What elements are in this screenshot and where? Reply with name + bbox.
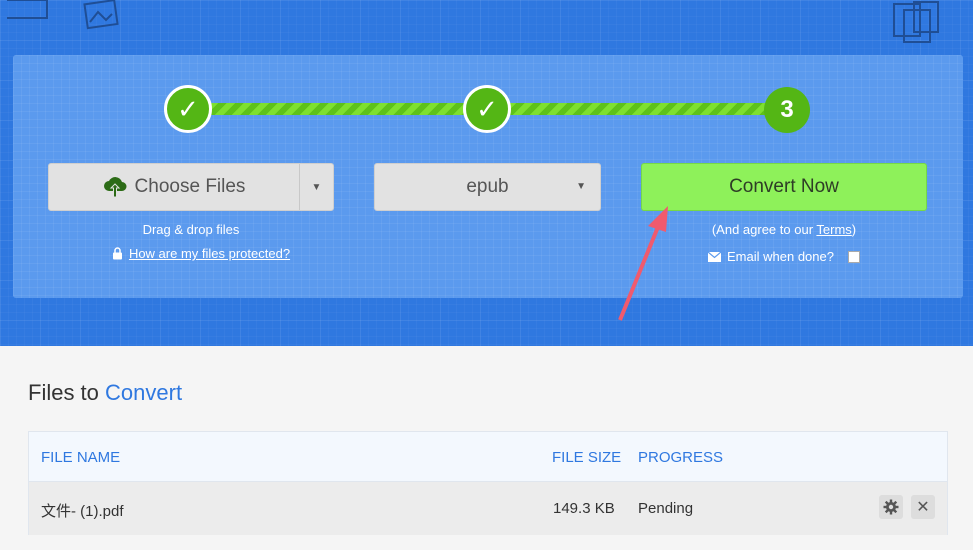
caret-down-icon: ▼ [311,181,322,193]
decor-image-icon [83,0,119,30]
close-icon: ✕ [916,499,930,516]
output-format-value: epub [466,176,509,197]
step-2-complete: ✓ [463,85,511,133]
file-protection-link[interactable]: How are my files protected? [129,246,290,261]
progress-cell: Pending [638,500,694,517]
table-row: 文件- (1).pdf 149.3 KB Pending ✕ [29,482,947,535]
column-file-size: FILE SIZE [552,449,622,466]
terms-agreement: (And agree to our Terms) [641,222,927,237]
progress-line-step1 [210,103,466,115]
column-progress: PROGRESS [638,449,724,466]
remove-file-button[interactable]: ✕ [911,495,935,519]
step-number: 3 [780,96,794,123]
gear-icon [883,499,899,515]
file-protection-info: How are my files protected? [48,246,354,261]
upload-source-dropdown[interactable]: ▼ [299,164,333,210]
email-when-done: Email when done? [641,249,927,264]
checkmark-icon: ✓ [177,93,199,124]
files-to-convert-heading: Files to Convert [28,380,182,406]
file-name-cell: 文件- (1).pdf [41,503,124,520]
file-size-cell: 149.3 KB [553,500,615,517]
file-settings-button[interactable] [879,495,903,519]
choose-files-label: Choose Files [134,176,246,197]
lock-icon [112,247,122,260]
files-heading-prefix: Files to [28,380,99,405]
annotation-arrow [618,206,668,321]
step-1-complete: ✓ [164,85,212,133]
files-table-header: FILE NAME FILE SIZE PROGRESS [29,432,947,482]
terms-prefix: (And agree to our [711,222,817,237]
convert-now-label: Convert Now [729,176,839,197]
files-table: FILE NAME FILE SIZE PROGRESS 文件- (1).pdf… [28,431,948,535]
column-file-name: FILE NAME [41,449,121,466]
email-when-done-label: Email when done? [727,249,834,264]
terms-link[interactable]: Terms [816,222,851,237]
decor-documents-icon [893,1,939,43]
choose-files-main[interactable]: Choose Files [49,164,299,210]
output-format-select[interactable]: epub ▼ [374,163,601,211]
step-3-current: 3 [764,87,810,133]
envelope-icon [708,251,722,262]
choose-files-button[interactable]: Choose Files ▼ [48,163,334,211]
checkmark-icon: ✓ [476,93,498,124]
cloud-upload-icon [103,177,127,198]
terms-suffix: ) [851,222,857,237]
decor-file-icon [7,0,48,19]
progress-line-step2 [508,103,770,115]
files-heading-accent: Convert [105,380,183,405]
caret-down-icon: ▼ [576,181,586,192]
email-when-done-checkbox[interactable] [847,250,860,263]
convert-now-button[interactable]: Convert Now [641,163,927,211]
drag-drop-hint: Drag & drop files [142,222,240,237]
